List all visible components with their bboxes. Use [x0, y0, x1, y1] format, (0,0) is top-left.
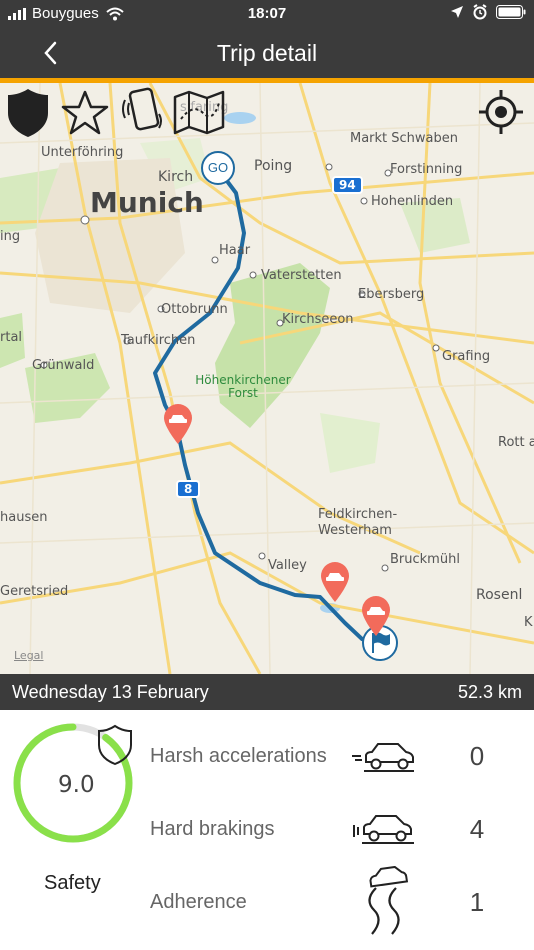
map-label-forstinning: Forstinning [390, 162, 463, 177]
map-label-rott: Rott a [498, 435, 534, 450]
map-label-bruckmuhl: Bruckmühl [390, 552, 460, 567]
harsh-accelerations-count: 0 [469, 741, 485, 771]
safety-score: 9.0 [58, 772, 95, 798]
harsh-accelerations-label: Harsh accelerations [150, 745, 327, 767]
event-marker-icon[interactable] [162, 403, 194, 445]
location-arrow-icon [451, 6, 463, 18]
star-icon[interactable] [61, 89, 109, 137]
map-label-unterfohring: Unterföhring [41, 145, 124, 160]
start-marker[interactable]: GO [201, 151, 235, 185]
map-label-kirchseeon: Kirchseeon [282, 312, 354, 327]
event-marker-icon[interactable] [319, 561, 351, 603]
map-label-valley: Valley [268, 558, 307, 573]
map-label-haar: Haar [219, 243, 251, 258]
legal-link[interactable]: Legal [14, 649, 43, 662]
map-icon[interactable] [173, 89, 225, 135]
adherence-label: Adherence [150, 891, 247, 913]
map-label-poing: Poing [254, 158, 293, 174]
trip-map[interactable]: 94 8 Unterföhring sifaring Munich Kirch … [0, 83, 534, 674]
hard-brakings-label: Hard brakings [150, 818, 275, 840]
road-skid-icon [368, 866, 409, 935]
map-label-taufkirchen: Taufkirchen [121, 333, 196, 348]
hard-brakings-count: 4 [469, 814, 485, 844]
shield-outline-icon [98, 724, 132, 766]
phone-shake-icon[interactable] [119, 86, 165, 136]
forest-area [215, 263, 330, 428]
status-bar: Bouygues 18:07 [0, 0, 534, 28]
car-braking-icon [353, 815, 414, 844]
map-label-ottobrunn: Ottobrunn [161, 302, 228, 317]
trip-summary-bar: Wednesday 13 February 52.3 km [0, 674, 534, 710]
map-label-kirchheim: Kirch [158, 169, 194, 185]
safety-label: Safety [44, 872, 101, 894]
map-label-grafing: Grafing [442, 349, 491, 364]
map-label-vaterstetten: Vaterstetten [261, 268, 342, 283]
map-label-ing: ing [0, 229, 21, 244]
map-label-geretsried: Geretsried [0, 584, 69, 599]
crosshair-icon[interactable] [477, 88, 525, 136]
page-title: Trip detail [216, 40, 318, 66]
map-label-munich: Munich [90, 186, 204, 219]
trip-distance: 52.3 km [457, 682, 522, 702]
road-shield-94: 94 [332, 176, 363, 194]
map-label-markt-schwaben: Markt Schwaben [350, 131, 459, 146]
nav-bar: Trip detail [0, 28, 534, 78]
shield-icon[interactable] [5, 87, 51, 139]
map-label-rtal: rtal [0, 330, 23, 345]
forest-area [320, 413, 380, 473]
map-label-feldkirchen: Feldkirchen-Westerham [318, 507, 398, 538]
road-shield-8: 8 [176, 480, 201, 498]
trip-stats: 9.0 Safety Harsh accelerations 0 Hard br… [0, 710, 534, 950]
map-label-k: K [524, 615, 533, 630]
event-marker-icon[interactable] [360, 595, 392, 637]
lake [224, 112, 256, 124]
car-accelerating-icon [352, 743, 414, 772]
status-icons [450, 4, 526, 20]
map-label-grunwald: Grünwald [32, 358, 95, 373]
map-label-hohenlinden: Hohenlinden [371, 194, 454, 209]
alarm-icon [473, 4, 487, 20]
map-label-rosenheim: Rosenl [476, 587, 523, 603]
trip-date: Wednesday 13 February [12, 682, 209, 702]
adherence-count: 1 [469, 887, 485, 917]
battery-icon [496, 5, 526, 19]
map-label-ebersberg: Ebersberg [358, 287, 425, 302]
map-label-hausen: hausen [0, 510, 48, 525]
map-label-hohenkirchener-forst: Höhenkirchener Forst [195, 373, 291, 400]
